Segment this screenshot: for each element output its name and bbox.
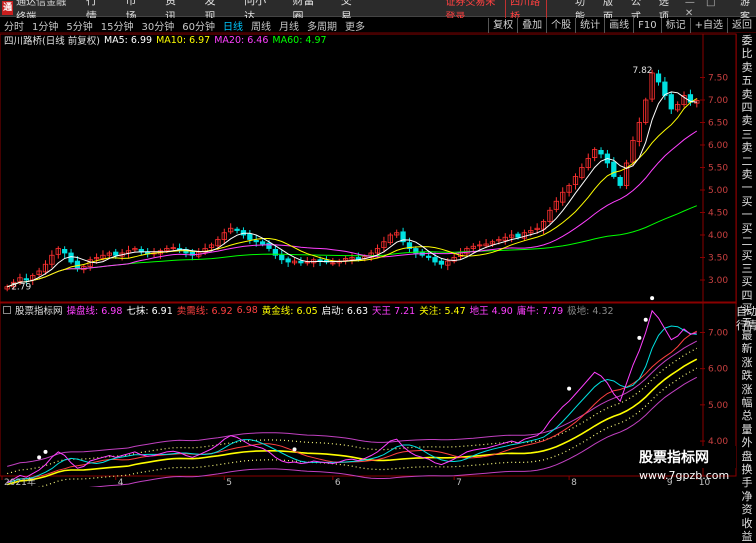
ma60-value: MA60: 4.97 bbox=[272, 34, 327, 46]
price-axis-label: 7.00 bbox=[708, 96, 728, 106]
quote-label-17: 净资 bbox=[741, 489, 753, 517]
candle-body bbox=[253, 239, 259, 243]
candle-body bbox=[234, 228, 240, 231]
quote-label-3: 卖三 bbox=[741, 114, 753, 141]
price-axis-label: 5.00 bbox=[708, 186, 728, 196]
kline-chart[interactable]: 7.50 7.00 6.50 6.00 5.50 5.00 4.50 4.00 3.50 3.00… bbox=[0, 0, 756, 487]
candle-body bbox=[113, 251, 119, 256]
candle-body bbox=[432, 257, 438, 263]
signal-dot bbox=[37, 455, 42, 460]
quote-panel: 委比 卖五 卖四 卖三 卖二 卖一 买一 买二 买三 买四 买五 最新 涨跌 涨幅 总量 外盘 换手 净资 收益 bbox=[736, 34, 756, 543]
indicator-name[interactable]: 股票指标网 bbox=[15, 303, 63, 317]
candle-body bbox=[668, 94, 674, 110]
indicator-item-8: 地王 4.90 bbox=[469, 306, 513, 317]
low-price-label: 2.79 bbox=[11, 282, 31, 292]
quote-label-9: 买四 bbox=[741, 275, 753, 302]
price-axis-label: 5.50 bbox=[708, 164, 728, 174]
indicator-item-2: 卖需线: 6.92 bbox=[176, 306, 233, 317]
candle-body bbox=[598, 149, 604, 155]
quote-label-4: 卖二 bbox=[741, 141, 753, 168]
indicator-upper-band bbox=[7, 340, 698, 467]
watermark-title: 股票指标网 bbox=[636, 446, 736, 468]
signal-dot bbox=[650, 296, 655, 301]
indicator-lower-band bbox=[89, 376, 698, 487]
candle-body bbox=[617, 176, 623, 186]
indicator-item-4: 黄金线: 6.05 bbox=[261, 306, 318, 317]
date-axis-label: 5 bbox=[226, 478, 232, 487]
candle-body bbox=[23, 278, 29, 281]
candle-body bbox=[266, 242, 272, 249]
quote-label-0: 委比 bbox=[741, 34, 753, 61]
indicator-axis-label: 5.00 bbox=[708, 401, 728, 411]
quote-label-1: 卖五 bbox=[741, 60, 753, 88]
date-axis-label: 2021年 bbox=[4, 476, 36, 487]
candle-body bbox=[317, 259, 323, 262]
quote-label-6: 买一 bbox=[741, 194, 753, 222]
ma60-line bbox=[7, 205, 697, 288]
candle-body bbox=[425, 255, 432, 258]
indicator-item-5: 启动: 6.63 bbox=[321, 306, 369, 317]
quote-label-13: 涨幅 bbox=[741, 382, 753, 409]
date-axis-label: 6 bbox=[335, 478, 341, 487]
indicator-item-9: 庸牛: 7.79 bbox=[516, 306, 564, 317]
signal-dot bbox=[292, 447, 297, 452]
watermark: 股票指标网 www.7gpzb.com bbox=[636, 446, 736, 484]
candle-body bbox=[611, 161, 617, 177]
date-axis-label: 4 bbox=[118, 478, 124, 487]
indicator-upper-dots bbox=[7, 347, 698, 475]
indicator-axis-label: 6.00 bbox=[708, 365, 728, 375]
signal-dot bbox=[637, 335, 642, 340]
indicator-frame bbox=[0, 302, 737, 477]
indicator-item-6: 天王 7.21 bbox=[372, 306, 416, 317]
quote-label-8: 买三 bbox=[741, 248, 753, 275]
ma-info-bar: 四川路桥(日线 前复权) MA5: 6.99 MA10: 6.97 MA20: … bbox=[0, 34, 327, 48]
indicator-item-7: 关注: 5.47 bbox=[419, 306, 466, 317]
candle-body bbox=[259, 241, 266, 245]
signal-dot bbox=[567, 386, 572, 391]
price-axis-label: 3.00 bbox=[708, 276, 728, 286]
indicator-item-1: 七抹: 6.91 bbox=[126, 306, 173, 317]
ma10-value: MA10: 6.97 bbox=[156, 34, 211, 46]
indicator-item-3: 6.98 bbox=[236, 304, 258, 316]
price-axis-label: 6.50 bbox=[708, 119, 728, 129]
ma5-value: MA5: 6.99 bbox=[103, 34, 153, 46]
high-price-label: 7.82 bbox=[632, 66, 652, 76]
price-axis-label: 6.00 bbox=[708, 141, 728, 151]
candle-body bbox=[438, 260, 445, 265]
candle-body bbox=[279, 254, 285, 261]
price-axis-label: 4.50 bbox=[708, 209, 728, 219]
price-axis-label: 7.50 bbox=[708, 74, 728, 84]
quote-label-7: 买二 bbox=[741, 221, 753, 249]
chart-title: 四川路桥(日线 前复权) bbox=[4, 36, 100, 47]
watermark-url: www.7gpzb.com bbox=[639, 469, 730, 482]
quote-label-bottom-1[interactable]: 行情 bbox=[736, 319, 756, 333]
quote-label-2: 卖四 bbox=[741, 87, 753, 115]
quote-label-16: 换手 bbox=[741, 463, 753, 490]
quote-label-bottom-0[interactable]: 自动 bbox=[736, 305, 756, 319]
candle-body bbox=[515, 233, 521, 238]
indicator-toggle-icon[interactable] bbox=[3, 306, 11, 314]
price-axis-label: 3.50 bbox=[708, 254, 728, 264]
quote-label-15: 外盘 bbox=[741, 436, 753, 463]
ma20-value: MA20: 6.46 bbox=[214, 34, 269, 46]
signal-dot bbox=[643, 317, 648, 322]
price-axis-label: 4.00 bbox=[708, 231, 728, 241]
indicator-bar: 股票指标网 操盘线: 6.98 七抹: 6.91 卖需线: 6.92 6.98 黄金线… bbox=[0, 303, 614, 317]
candle-body bbox=[247, 233, 253, 240]
date-axis-label: 7 bbox=[456, 478, 462, 487]
indicator-axis-label: 7.00 bbox=[708, 328, 728, 338]
indicator-item-0: 操盘线: 6.98 bbox=[66, 306, 123, 317]
candle-body bbox=[62, 248, 68, 254]
candle-body bbox=[285, 258, 291, 263]
quote-panel-bottom: 自动 行情 bbox=[736, 305, 756, 365]
candle-body bbox=[655, 73, 662, 83]
quote-label-14: 总量 bbox=[741, 409, 753, 436]
quote-label-18: 收益 bbox=[741, 516, 753, 543]
indicator-item-10: 极地: 4.32 bbox=[567, 306, 614, 317]
date-axis-label: 8 bbox=[571, 478, 577, 487]
candle-body bbox=[298, 260, 304, 264]
quote-label-5: 卖一 bbox=[741, 168, 753, 195]
signal-dot bbox=[43, 449, 48, 454]
